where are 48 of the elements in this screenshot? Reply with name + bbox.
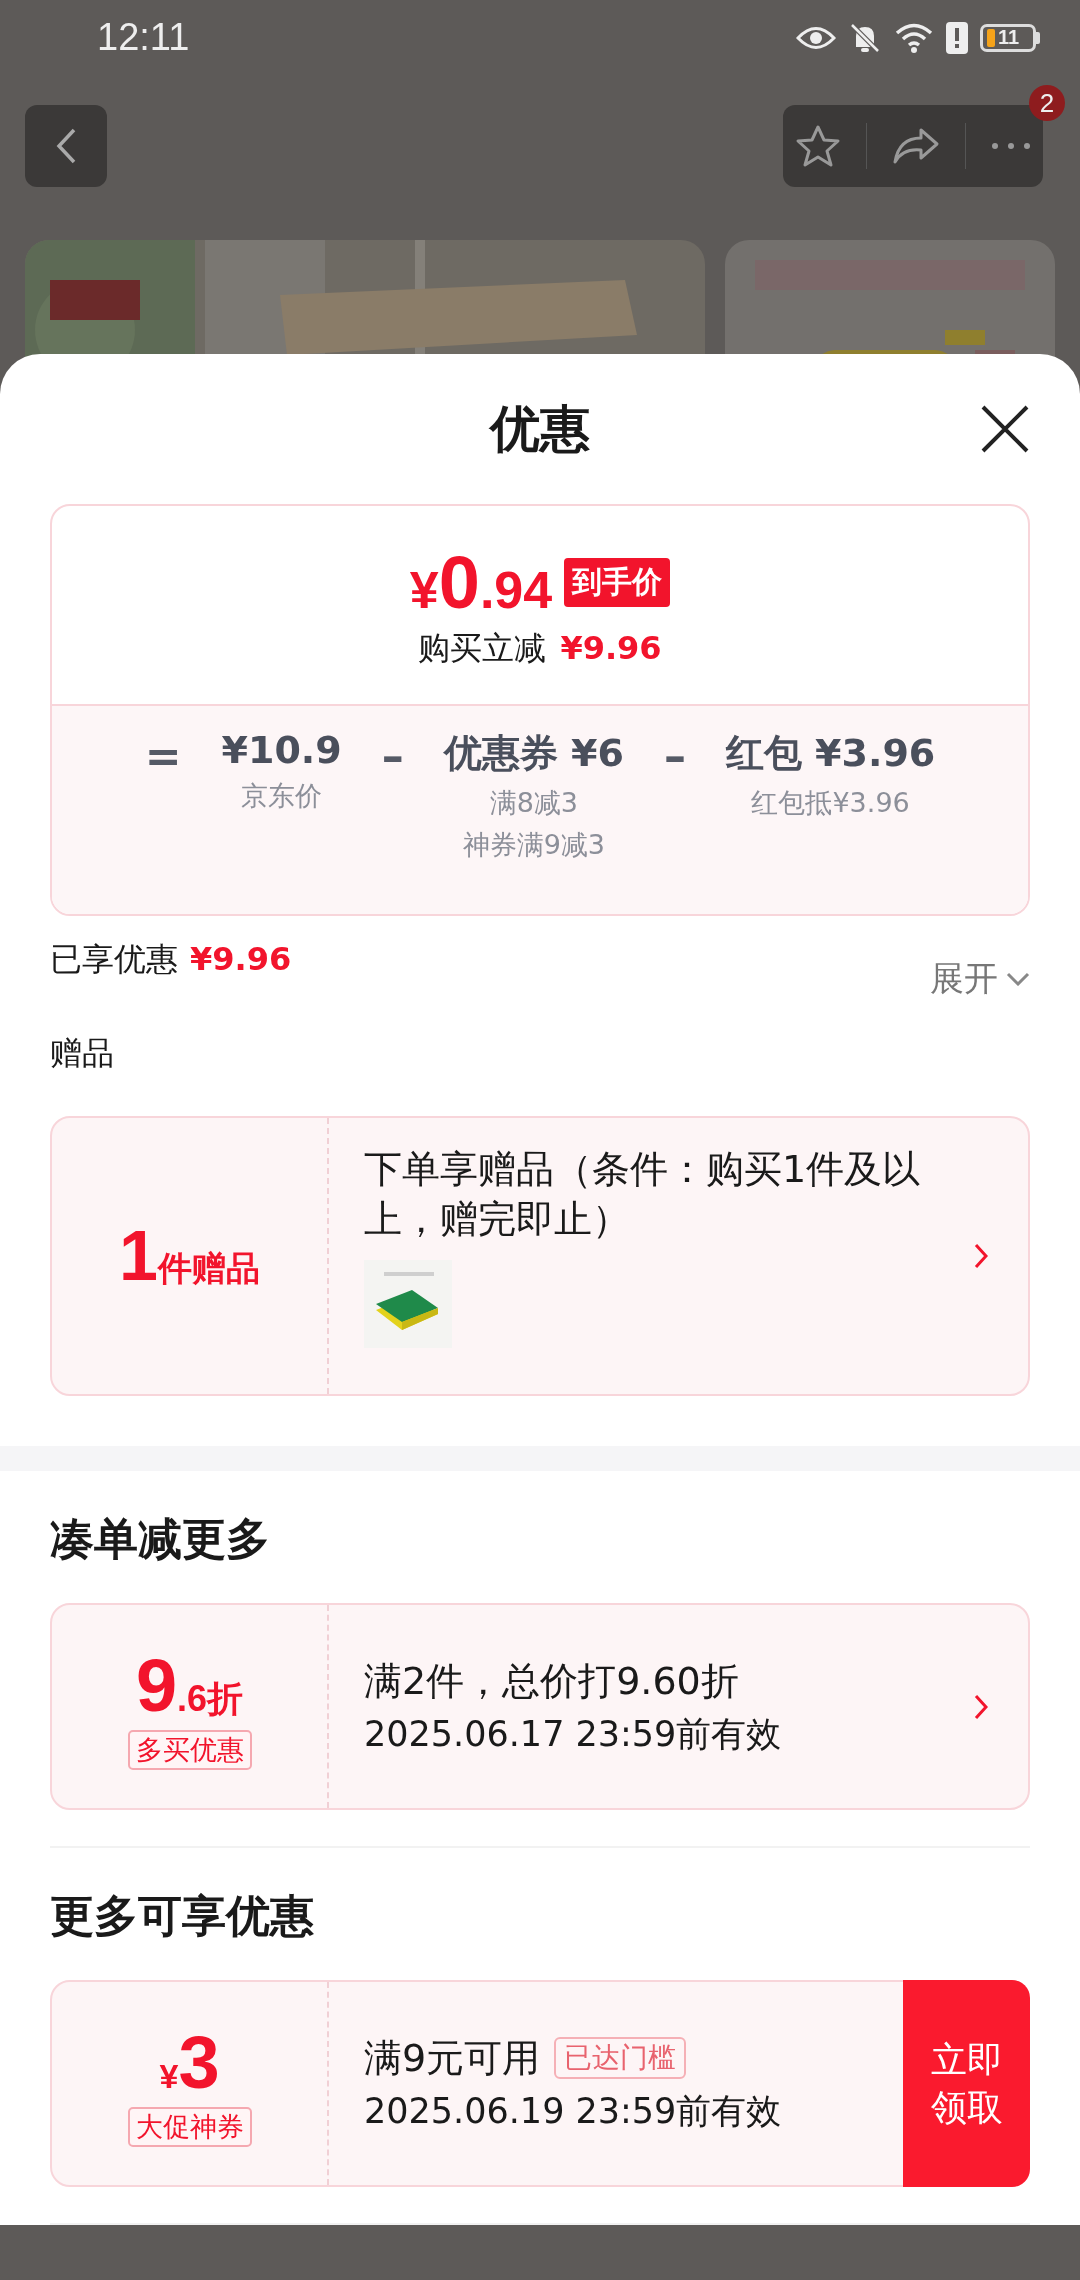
coupon-title: 满9元可用 [364,2034,541,2082]
offer-title: 满2件，总价打9.60折 [364,1657,739,1705]
breakdown-amount: 红包 ¥3.96 [725,730,936,777]
saving-value: ¥9.96 [560,628,662,667]
back-button[interactable] [25,105,107,187]
breakdown-note: 京东价 [241,779,323,813]
star-icon[interactable] [795,124,842,168]
operator: = [144,730,182,783]
gift-count: 1件赠品 [119,1216,260,1296]
discount-value: 9.6折 [135,1643,244,1728]
breakdown-note: 红包抵¥3.96 [751,786,910,820]
saving-label: 购买立减 [418,627,547,669]
section-heading: 更多可享优惠 [50,1890,314,1941]
final-price: ¥0.94 [409,539,553,625]
close-icon[interactable] [980,404,1030,454]
back-icon [55,127,77,165]
section-label: 赠品 [50,1033,114,1074]
alert-icon [946,21,968,54]
expand-toggle[interactable]: 展开 [930,956,1030,1002]
offer-card[interactable]: 9.6折 多买优惠 满2件，总价打9.60折 2025.06.17 23:59前有效 [50,1603,1030,1810]
operator: – [381,730,404,783]
chevron-right-icon [974,1243,988,1269]
section-heading: 凑单减更多 [50,1513,270,1564]
gift-card[interactable]: 1件赠品 下单享赠品（条件：购买1件及以上，赠完即止） [50,1116,1030,1396]
more-icon[interactable] [990,142,1031,150]
coupon-tag: 大促神券 [127,2107,252,2147]
claim-button[interactable]: 立即领取 [903,1980,1030,2187]
sheet-title: 优惠 [490,398,590,460]
chevron-down-icon [1006,972,1030,986]
enjoyed-label: 已享优惠 [50,939,178,980]
enjoyed-value: ¥9.96 [190,940,292,978]
chevron-right-icon [974,1693,988,1720]
threshold-badge: 已达门槛 [554,2037,687,2079]
price-tag: 到手价 [564,557,671,607]
eye-icon [796,24,836,51]
breakdown-note: 神券满9减3 [462,828,605,862]
operator: – [663,730,686,783]
status-time: 12:11 [97,16,190,59]
notification-badge: 2 [1029,85,1065,121]
breakdown-amount: ¥10.9 [221,728,342,772]
coupon-validity: 2025.06.19 23:59前有效 [364,2089,783,2133]
offer-validity: 2025.06.17 23:59前有效 [364,1712,783,1756]
wifi-icon [894,21,934,54]
breakdown-amount: 优惠券 ¥6 [443,730,624,777]
breakdown-note: 满8减3 [489,786,578,820]
offer-tag: 多买优惠 [127,1730,252,1770]
gift-description: 下单享赠品（条件：购买1件及以上，赠完即止） [364,1146,922,1243]
coupon-value: ¥3 [159,2020,220,2105]
